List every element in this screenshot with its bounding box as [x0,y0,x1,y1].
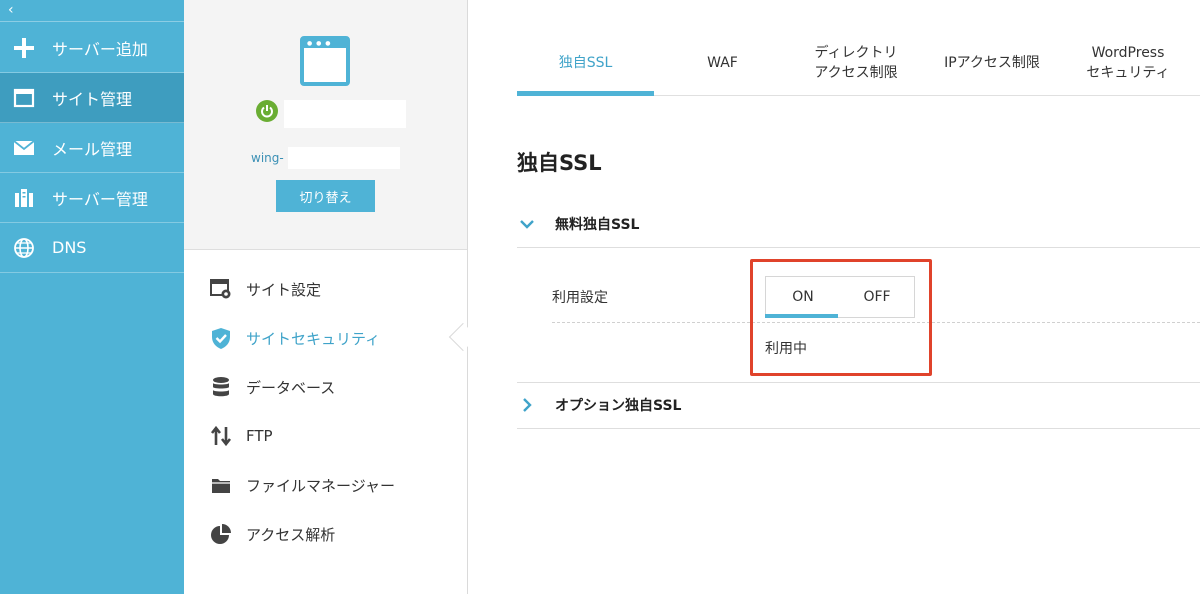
server-icon [12,186,36,210]
menu-item-access-analysis[interactable]: アクセス解析 [184,509,467,559]
sidebar-item-label: サーバー追加 [52,39,148,59]
section-divider [517,247,1200,248]
mail-icon [12,136,36,160]
section-title: 無料独自SSL [555,217,640,233]
globe-icon [12,236,36,260]
tab-ip-access[interactable]: IPアクセス制限 [925,30,1059,96]
menu-item-ftp[interactable]: FTP [184,411,467,461]
chevron-left-icon: ‹ [8,2,14,18]
site-name-field [284,100,406,128]
sidebar-item-label: サーバー管理 [52,189,148,209]
page-title: 独自SSL [517,151,602,175]
security-tabs: 独自SSL WAF ディレクトリ アクセス制限 IPアクセス制限 WordPre… [517,30,1200,96]
server-id-row: wing- [251,147,400,169]
tab-waf[interactable]: WAF [654,30,791,96]
free-ssl-section-header[interactable]: 無料独自SSL [517,202,1200,246]
tab-wordpress-security[interactable]: WordPress セキュリティ [1063,30,1193,96]
menu-item-label: ファイルマネージャー [246,476,395,495]
menu-item-label: サイト設定 [246,280,322,299]
tab-directory-access[interactable]: ディレクトリ アクセス制限 [791,30,921,96]
server-id-value [287,147,400,169]
menu-item-label: データベース [246,378,336,397]
menu-item-site-settings[interactable]: サイト設定 [184,264,467,314]
chevron-right-icon [517,398,537,412]
sidebar-item-dns[interactable]: DNS [0,223,184,273]
sidebar-collapse-button[interactable]: ‹ [0,0,184,22]
sidebar-item-site-management[interactable]: サイト管理 [0,73,184,123]
site-settings-icon [208,276,234,302]
highlight-box [750,259,932,376]
server-id-label: wing- [251,151,284,165]
section-divider [517,428,1200,429]
sidebar-item-label: メール管理 [52,139,133,159]
sidebar-item-server-management[interactable]: サーバー管理 [0,173,184,223]
switch-button[interactable]: 切り替え [276,180,375,212]
database-icon [208,374,234,400]
folder-icon [208,472,234,498]
active-tab-indicator [517,91,654,96]
left-sidebar: ‹ サーバー追加 サイト管理 メール管理 サーバー管理 DNS [0,0,184,594]
pie-chart-icon [208,521,234,547]
window-icon [12,86,36,110]
menu-item-label: サイトセキュリティ [246,329,381,348]
chevron-down-icon [517,219,537,229]
menu-item-database[interactable]: データベース [184,362,467,412]
site-info-card: ● ● ● wing- 切り替え [184,0,467,250]
usage-setting-label: 利用設定 [552,290,608,306]
sidebar-item-label: サイト管理 [52,89,133,109]
menu-item-label: アクセス解析 [246,525,336,544]
section-title: オプション独自SSL [555,398,682,414]
sidebar-item-mail-management[interactable]: メール管理 [0,123,184,173]
power-icon [256,100,278,122]
tab-ssl[interactable]: 独自SSL [517,30,654,96]
menu-item-file-manager[interactable]: ファイルマネージャー [184,460,467,510]
option-ssl-section-header[interactable]: オプション独自SSL [517,383,1200,427]
sidebar-item-add-server[interactable]: サーバー追加 [0,23,184,73]
menu-item-label: FTP [246,427,273,445]
shield-check-icon [208,325,234,351]
plus-icon [12,36,36,60]
transfer-arrows-icon [208,423,234,449]
site-panel: ● ● ● wing- 切り替え サイト設定 サイトセキュリティ データベース [184,0,468,594]
menu-item-site-security[interactable]: サイトセキュリティ [184,313,467,363]
site-window-icon: ● ● ● [300,36,350,86]
sidebar-item-label: DNS [52,238,87,257]
